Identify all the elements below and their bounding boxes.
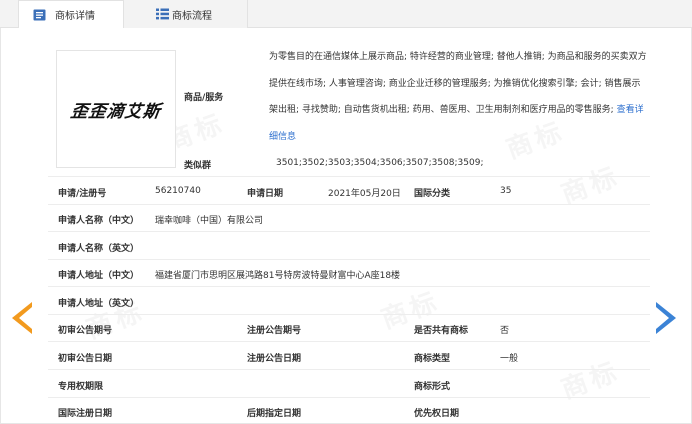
tab-trademark-process[interactable]: 商标流程 <box>124 0 248 28</box>
list-icon <box>156 8 169 20</box>
divider <box>48 286 650 287</box>
priority-date-label: 优先权日期 <box>414 409 460 419</box>
reg-notice-date-label: 注册公告日期 <box>247 354 302 364</box>
trademark-image: 歪歪滴艾斯 <box>56 50 176 168</box>
divider <box>48 369 650 370</box>
goods-services-label: 商品/服务 <box>184 93 224 103</box>
tm-type-value: 一般 <box>500 354 519 364</box>
tm-form-label: 商标形式 <box>414 382 451 392</box>
previous-arrow-icon[interactable] <box>12 302 32 334</box>
tab-bar: 商标详情 商标流程 <box>0 0 692 29</box>
divider <box>48 231 650 232</box>
prelim-date-label: 初审公告日期 <box>58 354 113 364</box>
address-cn-label: 申请人地址（中文） <box>58 271 140 281</box>
similar-group-label: 类似群 <box>184 161 212 171</box>
prelim-no-label: 初审公告期号 <box>58 326 113 336</box>
tab-label: 商标详情 <box>55 11 95 22</box>
address-cn-value: 福建省厦门市思明区展鸿路81号特房波特曼财富中心A座18楼 <box>155 271 401 281</box>
applicant-cn-value: 瑞幸咖啡（中国）有限公司 <box>155 216 264 226</box>
reg-notice-no-label: 注册公告期号 <box>247 326 302 336</box>
tab-trademark-details[interactable]: 商标详情 <box>18 0 124 29</box>
trademark-logo-text: 歪歪滴艾斯 <box>69 101 163 122</box>
address-en-label: 申请人地址（英文） <box>58 299 140 309</box>
later-date-label: 后期指定日期 <box>247 409 302 419</box>
app-date-label: 申请日期 <box>247 189 284 199</box>
intl-class-value: 35 <box>500 186 512 196</box>
exclusive-period-label: 专用权期限 <box>58 382 104 392</box>
divider <box>48 314 650 315</box>
next-arrow-icon[interactable] <box>656 302 676 334</box>
tab-label: 商标流程 <box>172 10 212 22</box>
document-icon <box>33 9 46 21</box>
goods-services-text: 为零售目的在通信媒体上展示商品; 特许经营的商业管理; 替他人推销; 为商品和服… <box>269 44 649 150</box>
divider <box>48 341 650 342</box>
shared-value: 否 <box>500 326 510 336</box>
divider <box>48 204 650 205</box>
intl-reg-date-label: 国际注册日期 <box>58 409 113 419</box>
applicant-cn-label: 申请人名称（中文） <box>58 216 140 226</box>
similar-group-value: 3501;3502;3503;3504;3506;3507;3508;3509; <box>276 158 484 168</box>
divider <box>48 259 650 260</box>
reg-no-value: 56210740 <box>155 186 201 196</box>
divider <box>48 176 650 177</box>
reg-no-label: 申请/注册号 <box>58 189 107 199</box>
divider <box>48 397 650 398</box>
shared-label: 是否共有商标 <box>414 326 469 336</box>
applicant-en-label: 申请人名称（英文） <box>58 244 140 254</box>
tm-type-label: 商标类型 <box>414 354 451 364</box>
app-date-value: 2021年05月20日 <box>328 189 401 199</box>
intl-class-label: 国际分类 <box>414 189 451 199</box>
goods-services-value: 为零售目的在通信媒体上展示商品; 特许经营的商业管理; 替他人推销; 为商品和服… <box>269 52 647 115</box>
